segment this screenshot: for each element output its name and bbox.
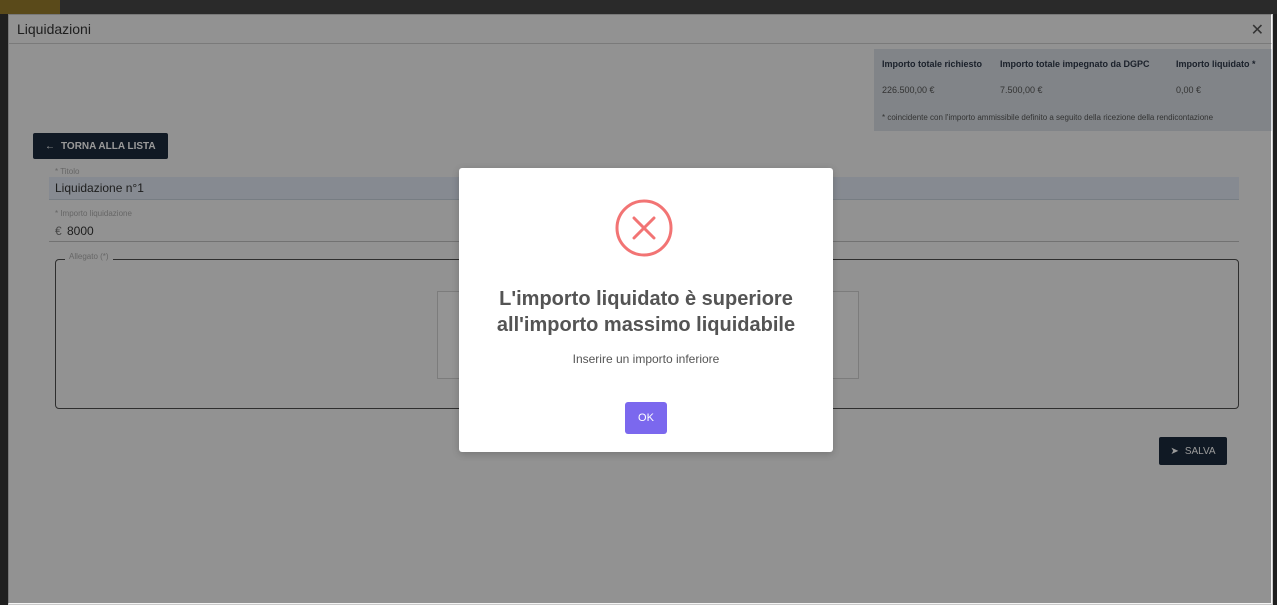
top-strip xyxy=(0,0,1277,14)
dialog-message: Inserire un importo inferiore xyxy=(572,352,720,366)
error-x-icon xyxy=(615,199,673,257)
dialog-title-line2: all'importo massimo liquidabile xyxy=(496,314,796,336)
ok-button[interactable]: OK xyxy=(625,402,667,434)
dialog-title: L'importo liquidato è superiore all'impo… xyxy=(459,286,833,338)
error-dialog: L'importo liquidato è superiore all'impo… xyxy=(459,168,833,452)
brand-strip xyxy=(0,0,60,14)
dialog-title-line1: L'importo liquidato è superiore xyxy=(499,288,793,310)
